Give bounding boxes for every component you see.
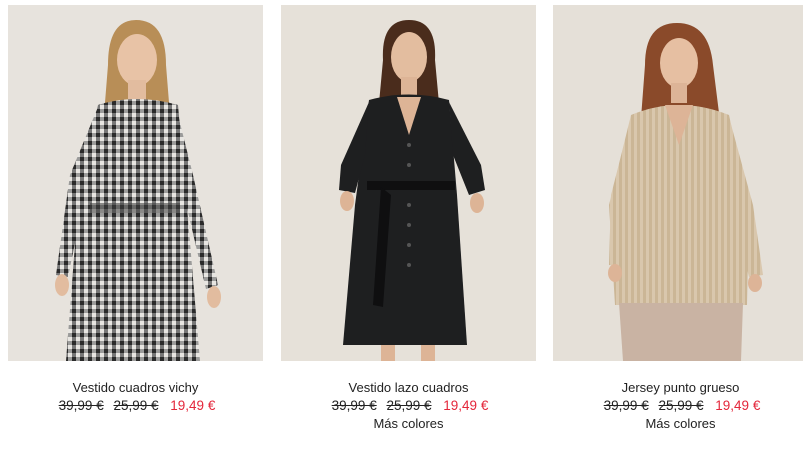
product-name[interactable]: Vestido cuadros vichy — [8, 379, 263, 396]
original-price: 39,99 € — [331, 398, 377, 413]
product-image-chunky-knit-sweater[interactable] — [553, 5, 803, 361]
product-image-gingham-dress[interactable] — [8, 5, 263, 361]
product-card[interactable]: Vestido lazo cuadros 39,99 € 25,99 € 19,… — [281, 0, 536, 450]
previous-price: 25,99 € — [658, 398, 704, 413]
product-name[interactable]: Vestido lazo cuadros — [281, 379, 536, 396]
price-row: 39,99 € 25,99 € 19,49 € — [553, 397, 803, 415]
original-price: 39,99 € — [58, 398, 104, 413]
product-image-tie-dress[interactable] — [281, 5, 536, 361]
model-photo — [281, 5, 536, 361]
price-row: 39,99 € 25,99 € 19,49 € — [281, 397, 536, 415]
previous-price: 25,99 € — [113, 398, 159, 413]
more-colors-link[interactable]: Más colores — [553, 415, 803, 432]
sale-price: 19,49 € — [715, 398, 761, 413]
original-price: 39,99 € — [603, 398, 649, 413]
product-name[interactable]: Jersey punto grueso — [553, 379, 803, 396]
more-colors-link[interactable]: Más colores — [281, 415, 536, 432]
model-photo — [8, 5, 263, 361]
previous-price: 25,99 € — [386, 398, 432, 413]
sale-price: 19,49 € — [170, 398, 216, 413]
product-card[interactable]: Jersey punto grueso 39,99 € 25,99 € 19,4… — [553, 0, 803, 450]
product-card[interactable]: Vestido cuadros vichy 39,99 € 25,99 € 19… — [8, 0, 263, 450]
model-photo — [553, 5, 803, 361]
sale-price: 19,49 € — [443, 398, 489, 413]
price-row: 39,99 € 25,99 € 19,49 € — [8, 397, 263, 415]
